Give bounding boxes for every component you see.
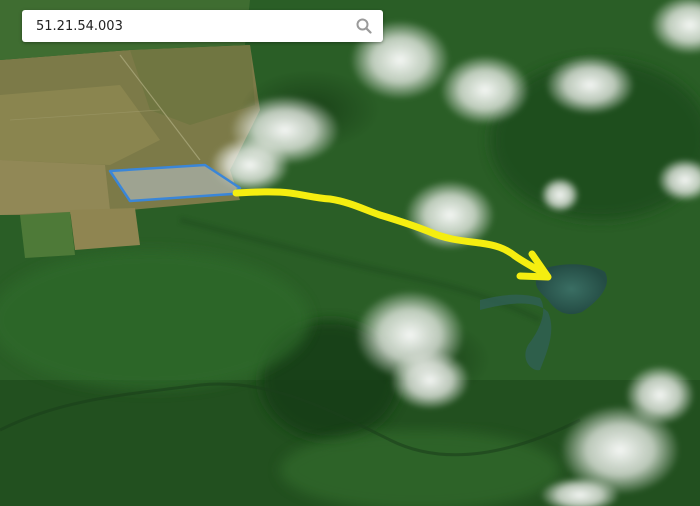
cloud bbox=[540, 177, 580, 213]
search-icon[interactable] bbox=[355, 17, 373, 35]
farm-field bbox=[20, 212, 75, 258]
forest-dark-patch bbox=[0, 250, 310, 390]
satellite-map[interactable] bbox=[0, 0, 700, 506]
cloud bbox=[625, 365, 695, 425]
search-bar[interactable] bbox=[22, 10, 383, 42]
cloud bbox=[390, 350, 470, 410]
cloud bbox=[545, 55, 635, 115]
farm-field bbox=[0, 160, 110, 215]
map-view[interactable] bbox=[0, 0, 700, 506]
search-input[interactable] bbox=[36, 16, 355, 36]
cloud bbox=[440, 55, 530, 125]
farm-field bbox=[70, 208, 140, 250]
